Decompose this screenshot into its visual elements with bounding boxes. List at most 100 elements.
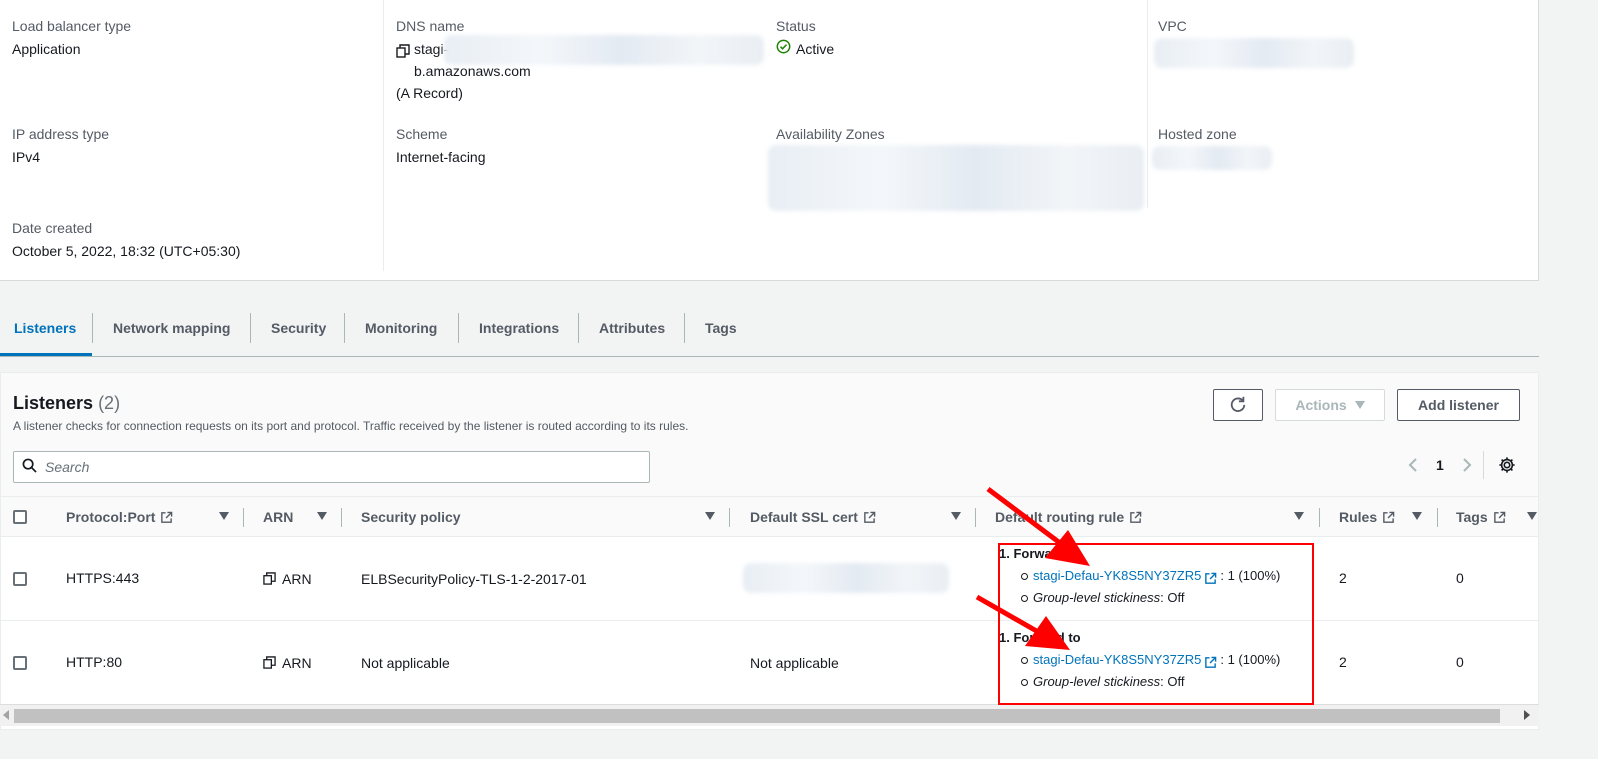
column-tags[interactable]: Tags (1456, 497, 1506, 537)
availability-zones-label: Availability Zones (776, 126, 885, 142)
arn-label: ARN (282, 571, 312, 587)
ssl-cert-value: Not applicable (750, 655, 839, 671)
load-balancer-type-label: Load balancer type (12, 18, 132, 34)
refresh-icon (1229, 395, 1247, 416)
hosted-zone-label: Hosted zone (1158, 126, 1237, 142)
availability-zones: Availability Zones (776, 124, 885, 144)
tab-tags[interactable]: Tags (691, 305, 751, 356)
tab-separator (92, 313, 93, 343)
redacted-dns (444, 35, 764, 65)
vpc: VPC (1158, 16, 1187, 36)
details-column-4: VPC Hosted zone (1148, 0, 1538, 271)
scrollbar-thumb[interactable] (14, 709, 1500, 723)
tab-monitoring[interactable]: Monitoring (351, 305, 451, 356)
date-created-value: October 5, 2022, 18:32 (UTC+05:30) (12, 243, 241, 259)
next-page-icon[interactable] (1461, 457, 1473, 476)
tags-count-link[interactable]: 0 (1456, 570, 1464, 586)
column-separator (975, 508, 976, 527)
column-separator (729, 508, 730, 527)
vpc-label: VPC (1158, 18, 1187, 34)
listeners-table-header: Protocol:Port ARN Security policy Defaul… (1, 497, 1538, 537)
column-security-policy[interactable]: Security policy (361, 497, 461, 537)
column-default-routing-rule[interactable]: Default routing rule (995, 497, 1142, 537)
copy-icon (263, 656, 277, 670)
load-balancer-details: Load balancer type Application IP addres… (0, 0, 1539, 281)
column-separator (1319, 508, 1320, 527)
row-checkbox[interactable] (13, 656, 27, 670)
details-column-1: Load balancer type Application IP addres… (0, 0, 384, 271)
refresh-button[interactable] (1213, 389, 1263, 421)
status: Status Active (776, 16, 834, 60)
details-column-3: Status Active Availability Zones (766, 0, 1148, 211)
sort-caret-icon[interactable] (1412, 512, 1422, 520)
tab-attributes[interactable]: Attributes (585, 305, 679, 356)
sort-caret-icon[interactable] (1527, 512, 1537, 520)
add-listener-button[interactable]: Add listener (1397, 389, 1520, 421)
redacted-ssl-cert (743, 563, 949, 593)
listeners-count: (2) (98, 393, 121, 413)
search-icon (22, 458, 37, 476)
column-separator (1437, 508, 1438, 527)
annotation-highlight-box (998, 543, 1314, 705)
tags-count-link[interactable]: 0 (1456, 654, 1464, 670)
column-default-routing-rule-label: Default routing rule (995, 509, 1125, 525)
arn-copy[interactable]: ARN (263, 655, 312, 671)
rules-count-link[interactable]: 2 (1339, 570, 1347, 586)
actions-button[interactable]: Actions (1275, 389, 1385, 421)
actions-label: Actions (1295, 397, 1347, 413)
row-checkbox[interactable] (13, 572, 27, 586)
tab-network-mapping[interactable]: Network mapping (99, 305, 244, 356)
listener-search[interactable] (13, 451, 650, 483)
listeners-description: A listener checks for connection request… (13, 419, 689, 433)
column-default-ssl-cert[interactable]: Default SSL cert (750, 497, 876, 537)
tab-integrations[interactable]: Integrations (465, 305, 573, 356)
arn-copy[interactable]: ARN (263, 571, 312, 587)
check-circle-icon (776, 38, 791, 60)
column-protocol-port[interactable]: Protocol:Port (66, 497, 173, 537)
scheme-value: Internet-facing (396, 149, 486, 165)
tab-separator (684, 313, 685, 343)
select-all-checkbox[interactable] (13, 510, 27, 524)
protocol-port-link[interactable]: HTTP:80 (66, 654, 122, 670)
scroll-right-arrow-icon[interactable] (1524, 710, 1530, 720)
tab-listeners[interactable]: Listeners (0, 305, 92, 356)
detail-tabs: Listeners Network mapping Security Monit… (0, 305, 1539, 357)
status-label: Status (776, 18, 816, 34)
pager-divider (1483, 451, 1484, 479)
rules-count-link[interactable]: 2 (1339, 654, 1347, 670)
column-rules[interactable]: Rules (1339, 497, 1395, 537)
sort-caret-icon[interactable] (1294, 512, 1304, 520)
sort-caret-icon[interactable] (317, 512, 327, 520)
external-link-icon (160, 511, 173, 524)
column-separator (243, 508, 244, 527)
column-default-ssl-cert-label: Default SSL cert (750, 509, 858, 525)
scroll-left-arrow-icon[interactable] (3, 710, 9, 720)
redacted-availability-zones (768, 145, 1144, 211)
sort-caret-icon[interactable] (951, 512, 961, 520)
redacted-hosted-zone (1152, 146, 1272, 170)
search-input[interactable] (45, 459, 605, 475)
copy-icon[interactable] (396, 42, 410, 58)
tab-security[interactable]: Security (257, 305, 340, 356)
column-rules-label: Rules (1339, 509, 1378, 525)
tab-separator (250, 313, 251, 343)
arn-label: ARN (282, 655, 312, 671)
external-link-icon (1382, 511, 1395, 524)
column-arn[interactable]: ARN (263, 497, 293, 537)
previous-page-icon[interactable] (1407, 457, 1419, 476)
horizontal-scrollbar[interactable] (0, 704, 1539, 726)
status-value: Active (776, 38, 834, 60)
scheme-label: Scheme (396, 126, 448, 142)
protocol-port-link[interactable]: HTTPS:443 (66, 570, 139, 586)
listeners-header: Listeners (2) A listener checks for conn… (1, 373, 1538, 497)
page-number[interactable]: 1 (1436, 457, 1444, 473)
status-text: Active (796, 41, 835, 57)
tab-separator (578, 313, 579, 343)
gear-icon[interactable] (1498, 456, 1516, 477)
sort-caret-icon[interactable] (219, 512, 229, 520)
sort-caret-icon[interactable] (705, 512, 715, 520)
listeners-title: Listeners (2) (13, 393, 120, 414)
copy-icon (263, 572, 277, 586)
details-column-2: DNS name stagi- b.amazonaws.com (A Recor… (384, 0, 766, 271)
dns-record-type: (A Record) (396, 85, 463, 101)
